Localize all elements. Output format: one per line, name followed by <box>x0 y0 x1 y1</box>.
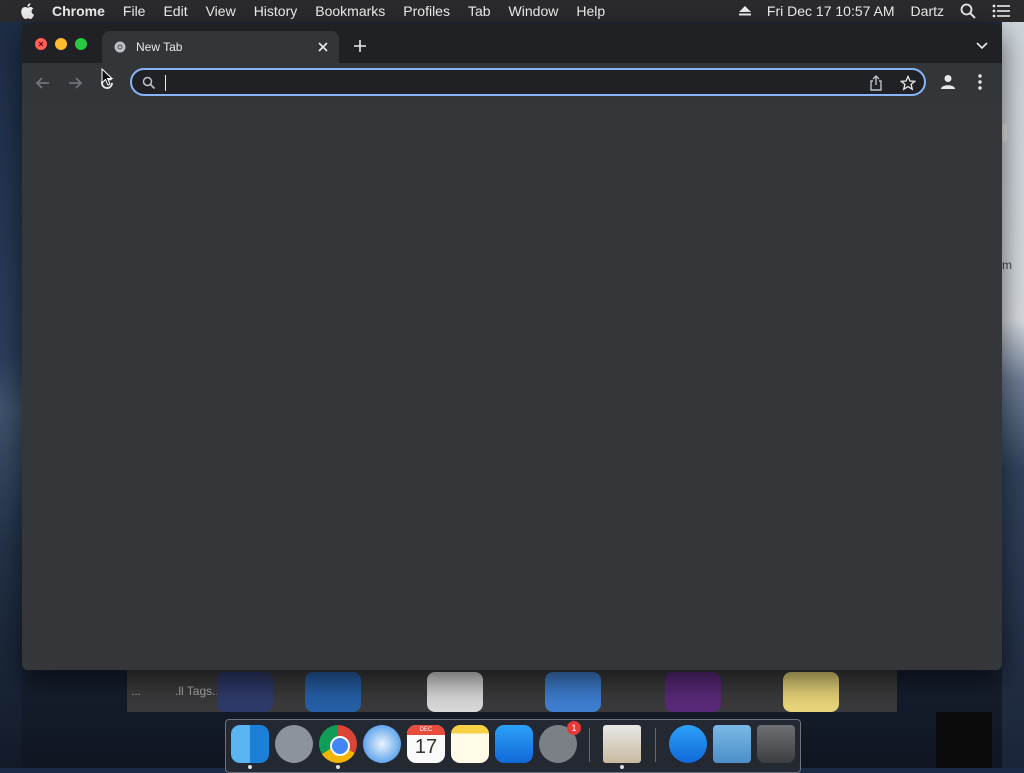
apple-menu-icon[interactable] <box>20 3 34 19</box>
spotlight-search-icon[interactable] <box>960 3 976 19</box>
chrome-favicon-icon <box>114 41 126 53</box>
background-scrollbar <box>1002 124 1007 142</box>
address-bar[interactable] <box>130 68 926 96</box>
mouse-cursor-icon <box>101 68 113 86</box>
window-zoom-button[interactable] <box>75 38 87 50</box>
desktop-wallpaper-right: m <box>1002 22 1024 768</box>
menu-window[interactable]: Window <box>509 3 559 19</box>
back-arrow-icon[interactable] <box>33 73 53 93</box>
eject-icon[interactable] <box>738 6 751 16</box>
launchpad-icon[interactable] <box>275 725 313 763</box>
menu-app-name[interactable]: Chrome <box>52 3 105 19</box>
search-icon <box>142 76 156 90</box>
dock-separator <box>589 728 590 762</box>
background-app-icon <box>427 672 483 712</box>
background-app-icon <box>545 672 601 712</box>
new-tab-button[interactable] <box>352 38 368 54</box>
background-window-label: ... <box>131 684 142 698</box>
window-minimize-button[interactable] <box>55 38 67 50</box>
running-indicator <box>336 765 340 769</box>
chrome-window: × New Tab <box>22 23 1002 670</box>
menubar-clock[interactable]: Fri Dec 17 10:57 AM <box>767 3 895 19</box>
folder-icon[interactable] <box>713 725 751 763</box>
calendar-icon[interactable]: DEC 17 <box>407 725 445 763</box>
background-app-icon <box>305 672 361 712</box>
menu-history[interactable]: History <box>254 3 298 19</box>
notification-center-icon[interactable] <box>992 4 1010 18</box>
tab-close-icon[interactable] <box>315 39 331 55</box>
menu-help[interactable]: Help <box>576 3 605 19</box>
tab-search-chevron-icon[interactable] <box>976 40 988 50</box>
toolbar <box>22 63 1002 101</box>
finder-icon[interactable] <box>231 725 269 763</box>
tab-new-tab[interactable]: New Tab <box>102 31 339 63</box>
text-caret <box>165 75 166 91</box>
new-tab-page <box>22 101 1002 670</box>
menu-profiles[interactable]: Profiles <box>403 3 450 19</box>
app-store-icon[interactable] <box>495 725 533 763</box>
dock: DEC 17 1 <box>225 719 801 773</box>
tab-title: New Tab <box>136 40 183 54</box>
document-icon[interactable] <box>603 725 641 763</box>
window-close-button[interactable]: × <box>35 38 47 50</box>
running-indicator <box>620 765 624 769</box>
menubar-user[interactable]: Dartz <box>911 3 944 19</box>
background-app-icon <box>665 672 721 712</box>
notification-badge: 1 <box>567 721 581 735</box>
calendar-day: 17 <box>414 736 438 758</box>
desktop-wallpaper-left <box>0 22 22 768</box>
background-app-icon <box>783 672 839 712</box>
menu-bar: Chrome File Edit View History Bookmarks … <box>0 0 1024 22</box>
bookmark-star-icon[interactable] <box>900 75 916 91</box>
forward-arrow-icon[interactable] <box>65 73 85 93</box>
menu-file[interactable]: File <box>123 3 146 19</box>
notes-icon[interactable] <box>451 725 489 763</box>
menu-edit[interactable]: Edit <box>163 3 187 19</box>
running-indicator <box>248 765 252 769</box>
app-store-folder-icon[interactable] <box>669 725 707 763</box>
menu-bookmarks[interactable]: Bookmarks <box>315 3 385 19</box>
address-input[interactable] <box>164 73 858 93</box>
share-icon[interactable] <box>868 75 884 91</box>
system-preferences-icon[interactable]: 1 <box>539 721 581 763</box>
safari-icon[interactable] <box>363 725 401 763</box>
trash-icon[interactable] <box>757 725 795 763</box>
calendar-month: DEC <box>407 725 445 735</box>
menu-view[interactable]: View <box>206 3 236 19</box>
more-menu-icon[interactable] <box>972 72 988 92</box>
profile-avatar-icon[interactable] <box>938 72 958 92</box>
background-app-icon <box>217 672 273 712</box>
menu-tab[interactable]: Tab <box>468 3 491 19</box>
tab-strip: × New Tab <box>22 23 1002 63</box>
background-window-tags: .ll Tags... <box>175 684 223 698</box>
background-window: ... .ll Tags... <box>127 670 897 712</box>
dock-separator <box>655 728 656 762</box>
desktop-dark-region <box>936 712 992 768</box>
chrome-icon[interactable] <box>319 725 357 763</box>
background-window-text: m <box>1002 258 1012 272</box>
